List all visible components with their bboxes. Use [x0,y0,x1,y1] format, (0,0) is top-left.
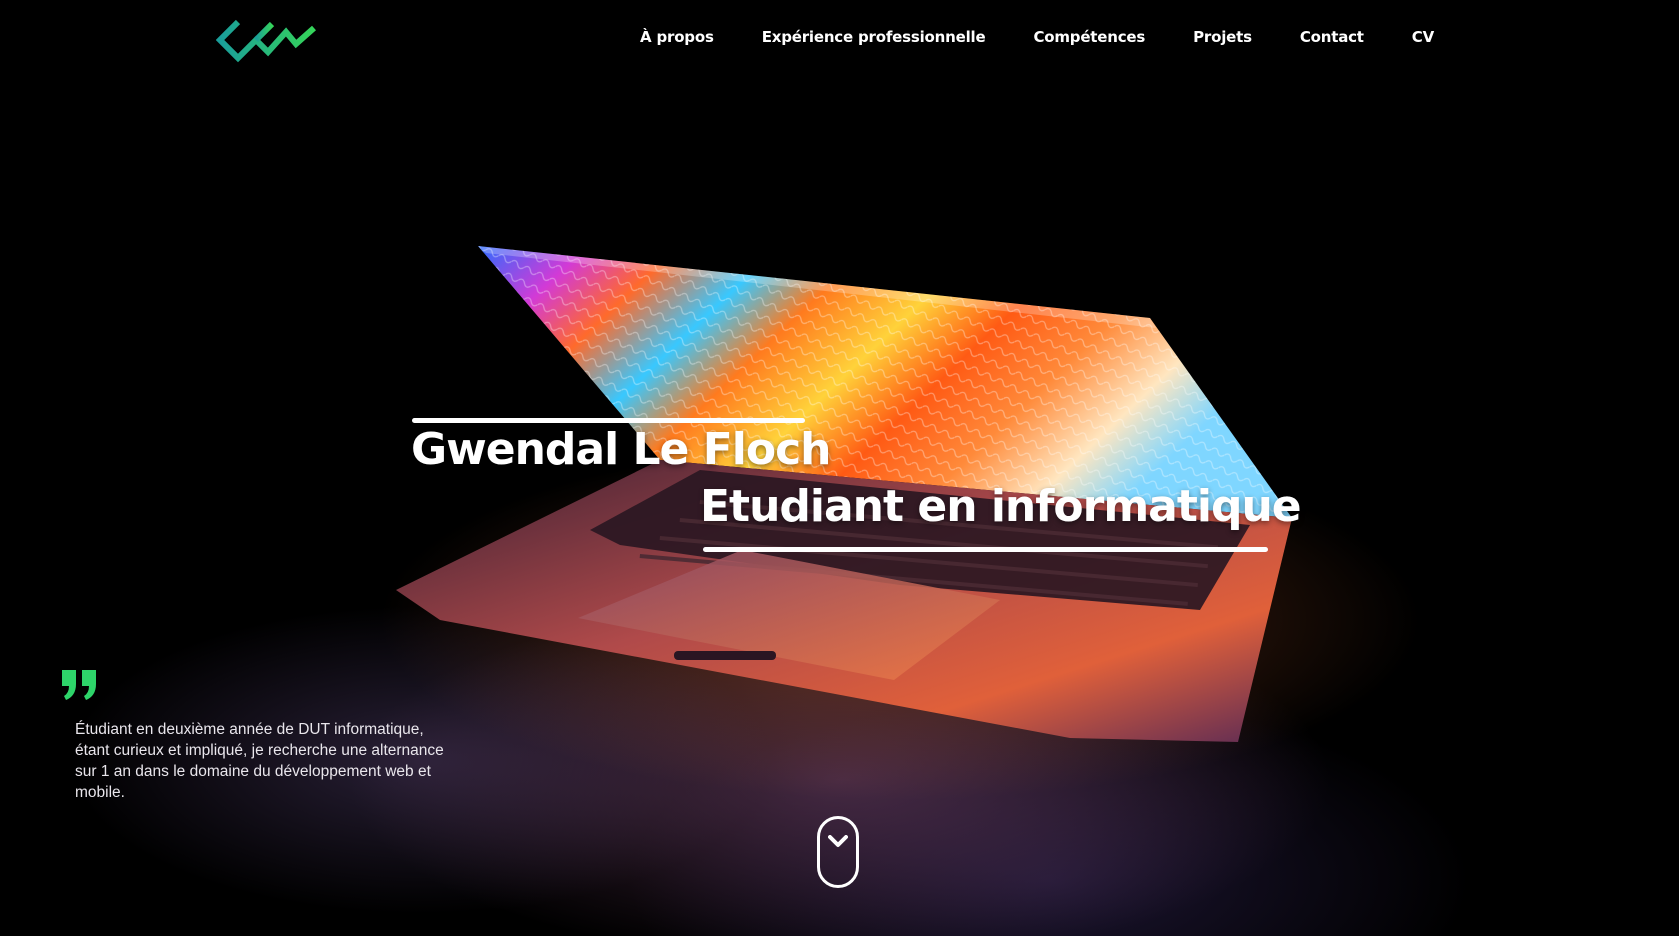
nav-menu: À propos Expérience professionnelle Comp… [640,28,1434,46]
nav-item-contact[interactable]: Contact [1300,28,1364,46]
nav-item-a-propos[interactable]: À propos [640,28,714,46]
nav-item-projets[interactable]: Projets [1193,28,1252,46]
page: À propos Expérience professionnelle Comp… [0,0,1679,936]
hero-role: Etudiant en informatique [700,481,1302,532]
quote-icon [62,670,96,700]
intro-quote-text: Étudiant en deuxième année de DUT inform… [75,720,444,801]
chevron-down-icon [828,835,848,847]
nav-item-competences[interactable]: Compétences [1033,28,1145,46]
nav-item-experience[interactable]: Expérience professionnelle [762,28,986,46]
hero-underline-bottom [703,547,1268,552]
hero-name: Gwendal Le Floch [411,424,831,475]
nav-item-cv[interactable]: CV [1412,28,1434,46]
scroll-down-button[interactable] [817,816,859,888]
navbar: À propos Expérience professionnelle Comp… [0,0,1679,82]
gwlf-logo-icon[interactable] [216,18,318,66]
hero-underline-top [412,418,805,423]
